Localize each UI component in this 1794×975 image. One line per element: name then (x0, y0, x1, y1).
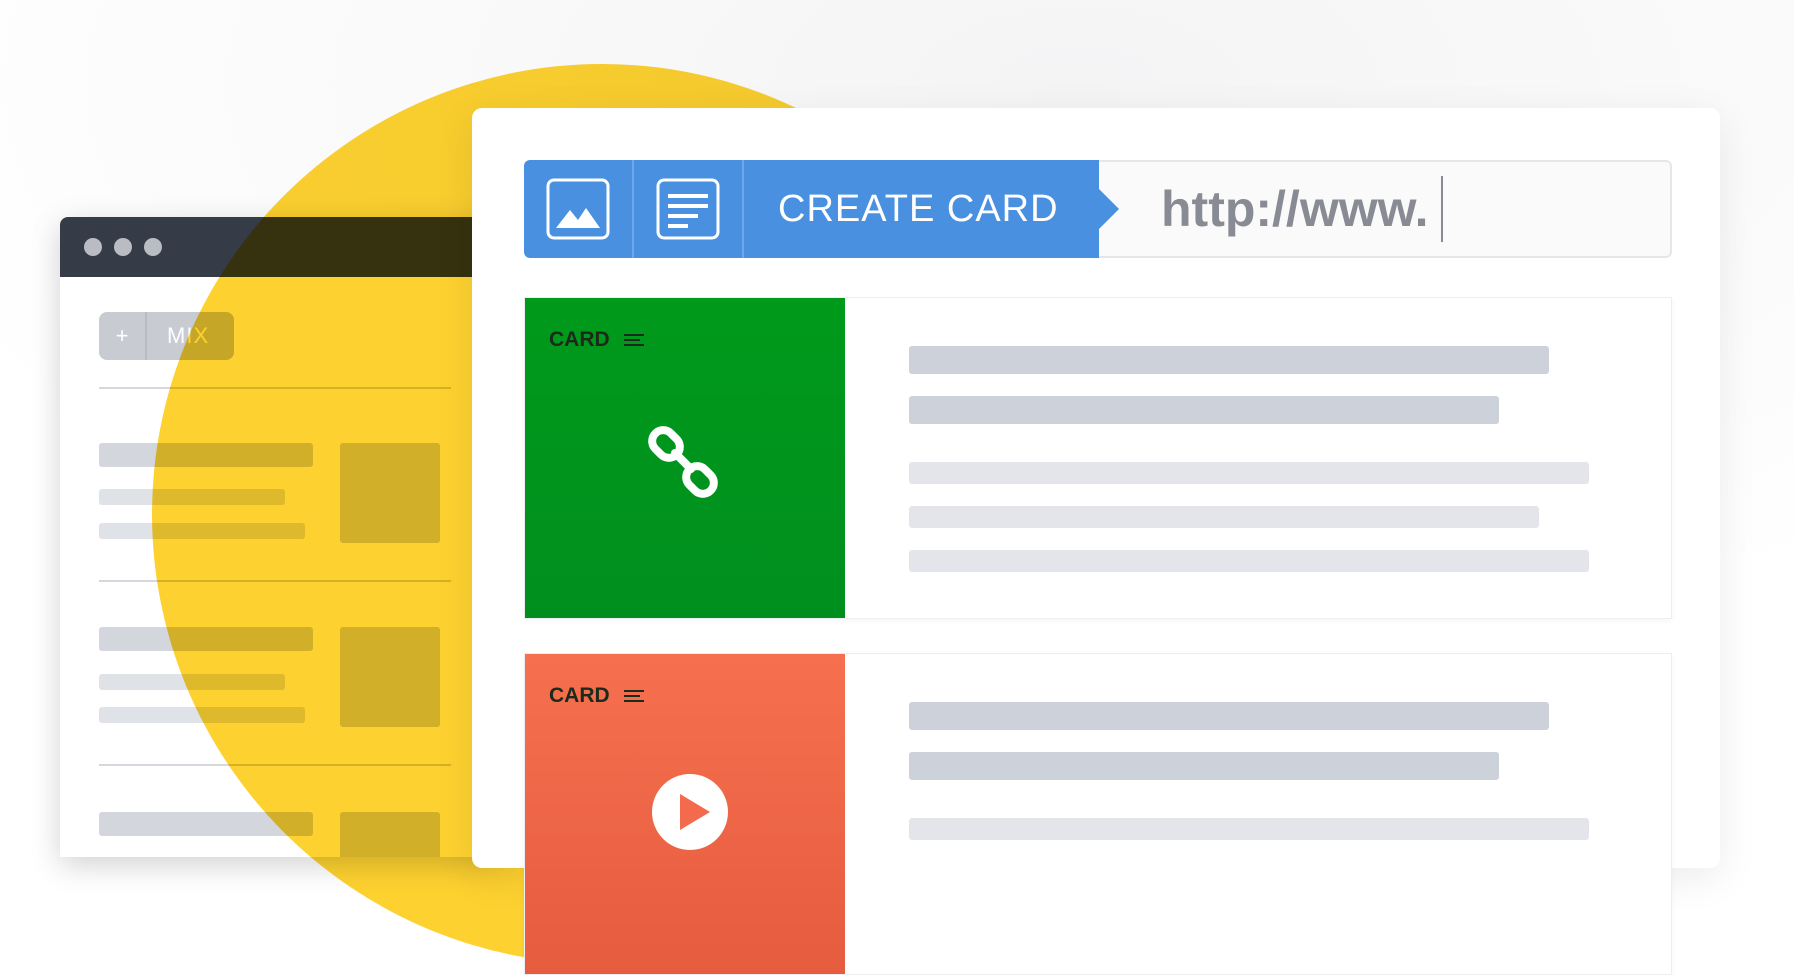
placeholder-line (909, 550, 1589, 572)
card-tag-label: CARD (549, 328, 610, 351)
image-button[interactable] (524, 160, 634, 258)
link-card[interactable]: CARD (524, 297, 1672, 619)
placeholder-title (909, 702, 1549, 730)
placeholder-subtitle (909, 752, 1499, 780)
placeholder-subtitle (909, 396, 1499, 424)
placeholder-title (909, 346, 1549, 374)
text-lines-icon (656, 178, 720, 240)
link-chain-icon (648, 426, 718, 498)
window-close-dot[interactable] (84, 238, 102, 256)
card-visual-green: CARD (525, 298, 845, 618)
video-card[interactable]: CARD (524, 653, 1672, 975)
main-panel: CREATE CARD http://www. CARD CARD (472, 108, 1720, 975)
text-lines-icon (623, 331, 644, 349)
url-input[interactable]: http://www. (1099, 160, 1672, 258)
plus-icon: + (99, 312, 147, 360)
play-icon[interactable] (650, 772, 730, 852)
placeholder-line (909, 818, 1589, 840)
create-card-bar: CREATE CARD http://www. (524, 160, 1672, 258)
placeholder-line (909, 506, 1539, 528)
card-tag: CARD (549, 684, 644, 708)
text-caret (1440, 176, 1443, 242)
card-tag: CARD (549, 328, 644, 352)
url-input-value: http://www. (1161, 181, 1429, 237)
placeholder-line (909, 462, 1589, 484)
card-visual-orange: CARD (525, 654, 845, 974)
image-icon (546, 178, 610, 240)
text-button[interactable] (634, 160, 744, 258)
window-minimize-dot[interactable] (114, 238, 132, 256)
text-lines-icon (623, 687, 644, 705)
card-tag-label: CARD (549, 684, 610, 707)
window-maximize-dot[interactable] (144, 238, 162, 256)
create-card-button[interactable]: CREATE CARD (744, 160, 1119, 258)
